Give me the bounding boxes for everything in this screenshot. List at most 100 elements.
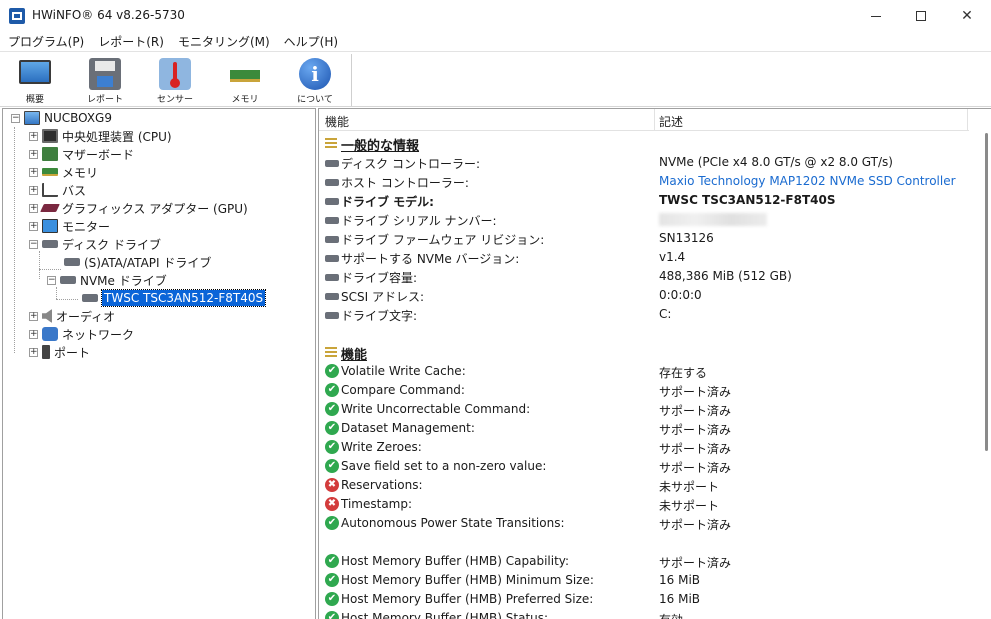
tree-item-monitor[interactable]: + モニター — [29, 217, 110, 235]
item-label: Save field set to a non-zero value: — [341, 459, 547, 473]
tree-expander[interactable]: + — [29, 329, 38, 339]
tree-expander[interactable]: + — [29, 131, 38, 141]
list-item[interactable]: ✖ Reservations: 未サポート — [319, 476, 969, 495]
minimize-button[interactable] — [853, 0, 899, 32]
sensors-button-label: センサー — [156, 95, 193, 105]
section-header-general[interactable]: 一般的な情報 — [319, 134, 969, 154]
item-label: ドライブ文字: — [341, 309, 418, 323]
list-item[interactable]: ✔ Write Uncorrectable Command: サポート済み — [319, 400, 969, 419]
tree-item-sata-drives[interactable]: (S)ATA/ATAPI ドライブ — [64, 253, 211, 271]
column-divider[interactable] — [654, 109, 655, 131]
tree-item-audio[interactable]: + オーディオ — [29, 307, 115, 325]
report-button[interactable]: レポート — [75, 56, 135, 106]
drive-icon — [325, 198, 339, 205]
tree-item-memory[interactable]: + メモリ — [29, 163, 98, 181]
tree-expander[interactable]: + — [29, 167, 38, 177]
disk-icon — [42, 240, 58, 248]
tree-root[interactable]: − NUCBOXG9 — [11, 109, 112, 127]
sensors-button[interactable]: センサー — [145, 56, 205, 106]
list-item[interactable]: ✔ Host Memory Buffer (HMB) Minimum Size:… — [319, 571, 969, 590]
about-button[interactable]: i について — [285, 56, 345, 106]
scrollbar-thumb[interactable] — [985, 133, 988, 451]
item-value: サポート済み — [659, 442, 732, 456]
list-item[interactable]: ✔ Host Memory Buffer (HMB) Status: 有効 — [319, 609, 969, 619]
list-header: 機能 記述 — [319, 109, 991, 131]
item-value: 0:0:0:0 — [659, 288, 702, 302]
tree-expander[interactable]: − — [47, 275, 56, 285]
section-title: 機能 — [341, 348, 368, 363]
item-value: サポート済み — [659, 404, 732, 418]
list-item[interactable]: ✔ Write Zeroes: サポート済み — [319, 438, 969, 457]
list-item[interactable]: ドライブ シリアル ナンバー: — [319, 210, 969, 229]
tree-item-label: ポート — [54, 345, 91, 360]
tree-expander[interactable]: + — [29, 311, 38, 321]
close-button[interactable]: ✕ — [944, 0, 990, 32]
list-item[interactable]: ✔ Save field set to a non-zero value: サポ… — [319, 457, 969, 476]
list-item[interactable]: ドライブ文字: C: — [319, 305, 969, 324]
menu-monitoring[interactable]: モニタリング(M) — [178, 33, 270, 50]
tree-item-motherboard[interactable]: + マザーボード — [29, 145, 134, 163]
hwinfo-app-icon — [9, 8, 25, 24]
list-item[interactable]: ホスト コントローラー: Maxio Technology MAP1202 NV… — [319, 172, 969, 191]
tree-item-nvme-drives[interactable]: − NVMe ドライブ — [47, 271, 167, 289]
check-icon: ✔ — [325, 440, 339, 454]
list-item[interactable]: ✔ Compare Command: サポート済み — [319, 381, 969, 400]
list-item[interactable]: ✖ Timestamp: 未サポート — [319, 495, 969, 514]
tree-expander[interactable]: + — [29, 221, 38, 231]
tree-expander[interactable]: + — [29, 149, 38, 159]
column-header-feature[interactable]: 機能 — [325, 113, 349, 130]
tree-item-network[interactable]: + ネットワーク — [29, 325, 134, 343]
tree-root-label: NUCBOXG9 — [44, 111, 112, 125]
tree-item-nvme-drive-selected[interactable]: TWSC TSC3AN512-F8T40S — [82, 289, 267, 307]
item-label: Reservations: — [341, 478, 423, 492]
tree-guide — [14, 127, 15, 353]
menu-report[interactable]: レポート(R) — [98, 33, 164, 50]
list-item[interactable]: SCSI アドレス: 0:0:0:0 — [319, 286, 969, 305]
tree-expander[interactable]: − — [11, 113, 20, 123]
item-label: サポートする NVMe バージョン: — [341, 252, 520, 266]
item-value-link[interactable]: Maxio Technology MAP1202 NVMe SSD Contro… — [659, 174, 956, 188]
menu-help[interactable]: ヘルプ(H) — [284, 33, 338, 50]
tree-expander[interactable]: + — [29, 347, 38, 357]
item-label: Volatile Write Cache: — [341, 364, 466, 378]
item-value: サポート済み — [659, 461, 732, 475]
drive-icon — [325, 160, 339, 167]
summary-button[interactable]: 概要 — [5, 56, 65, 106]
tree-expander[interactable]: + — [29, 185, 38, 195]
tree-item-cpu[interactable]: + 中央処理装置 (CPU) — [29, 127, 172, 145]
drive-icon — [325, 274, 339, 281]
tree-item-label: モニター — [62, 219, 111, 234]
list-item[interactable]: ✔ Volatile Write Cache: 存在する — [319, 362, 969, 381]
section-icon — [325, 138, 337, 150]
section-header-features[interactable]: 機能 — [319, 343, 969, 363]
list-item[interactable]: サポートする NVMe バージョン: v1.4 — [319, 248, 969, 267]
list-item[interactable]: ✔ Dataset Management: サポート済み — [319, 419, 969, 438]
menu-program[interactable]: プログラム(P) — [8, 33, 84, 50]
maximize-button[interactable] — [898, 0, 944, 32]
item-label: Write Zeroes: — [341, 440, 422, 454]
floppy-icon — [89, 58, 121, 90]
list-item[interactable]: ✔ Autonomous Power State Transitions: サポ… — [319, 514, 969, 533]
tree-item-ports[interactable]: + ポート — [29, 343, 90, 361]
drive-icon — [325, 255, 339, 262]
list-item[interactable]: ✔ Host Memory Buffer (HMB) Preferred Siz… — [319, 590, 969, 609]
memory-button[interactable]: メモリ — [215, 56, 275, 106]
item-label: Dataset Management: — [341, 421, 475, 435]
item-label: ドライブ シリアル ナンバー: — [341, 214, 497, 228]
tree-expander[interactable]: − — [29, 239, 38, 249]
list-item[interactable]: ✔ Host Memory Buffer (HMB) Capability: サ… — [319, 552, 969, 571]
tree-item-label: オーディオ — [56, 309, 116, 324]
column-divider[interactable] — [967, 109, 968, 131]
list-item[interactable]: ドライブ モデル: TWSC TSC3AN512-F8T40S — [319, 191, 969, 210]
ram-icon — [42, 168, 58, 176]
column-header-description[interactable]: 記述 — [659, 113, 683, 130]
tree-item-gpu[interactable]: + グラフィックス アダプター (GPU) — [29, 199, 248, 217]
list-item[interactable]: ディスク コントローラー: NVMe (PCIe x4 8.0 GT/s @ x… — [319, 153, 969, 172]
list-item[interactable]: ドライブ容量: 488,386 MiB (512 GB) — [319, 267, 969, 286]
list-item[interactable]: ドライブ ファームウェア リビジョン: SN13126 — [319, 229, 969, 248]
tree-item-disk-drives[interactable]: − ディスク ドライブ — [29, 235, 161, 253]
tree-item-label: TWSC TSC3AN512-F8T40S — [100, 289, 267, 307]
tree-item-bus[interactable]: + バス — [29, 181, 86, 199]
tree-expander[interactable]: + — [29, 203, 38, 213]
gpu-icon — [40, 204, 60, 212]
